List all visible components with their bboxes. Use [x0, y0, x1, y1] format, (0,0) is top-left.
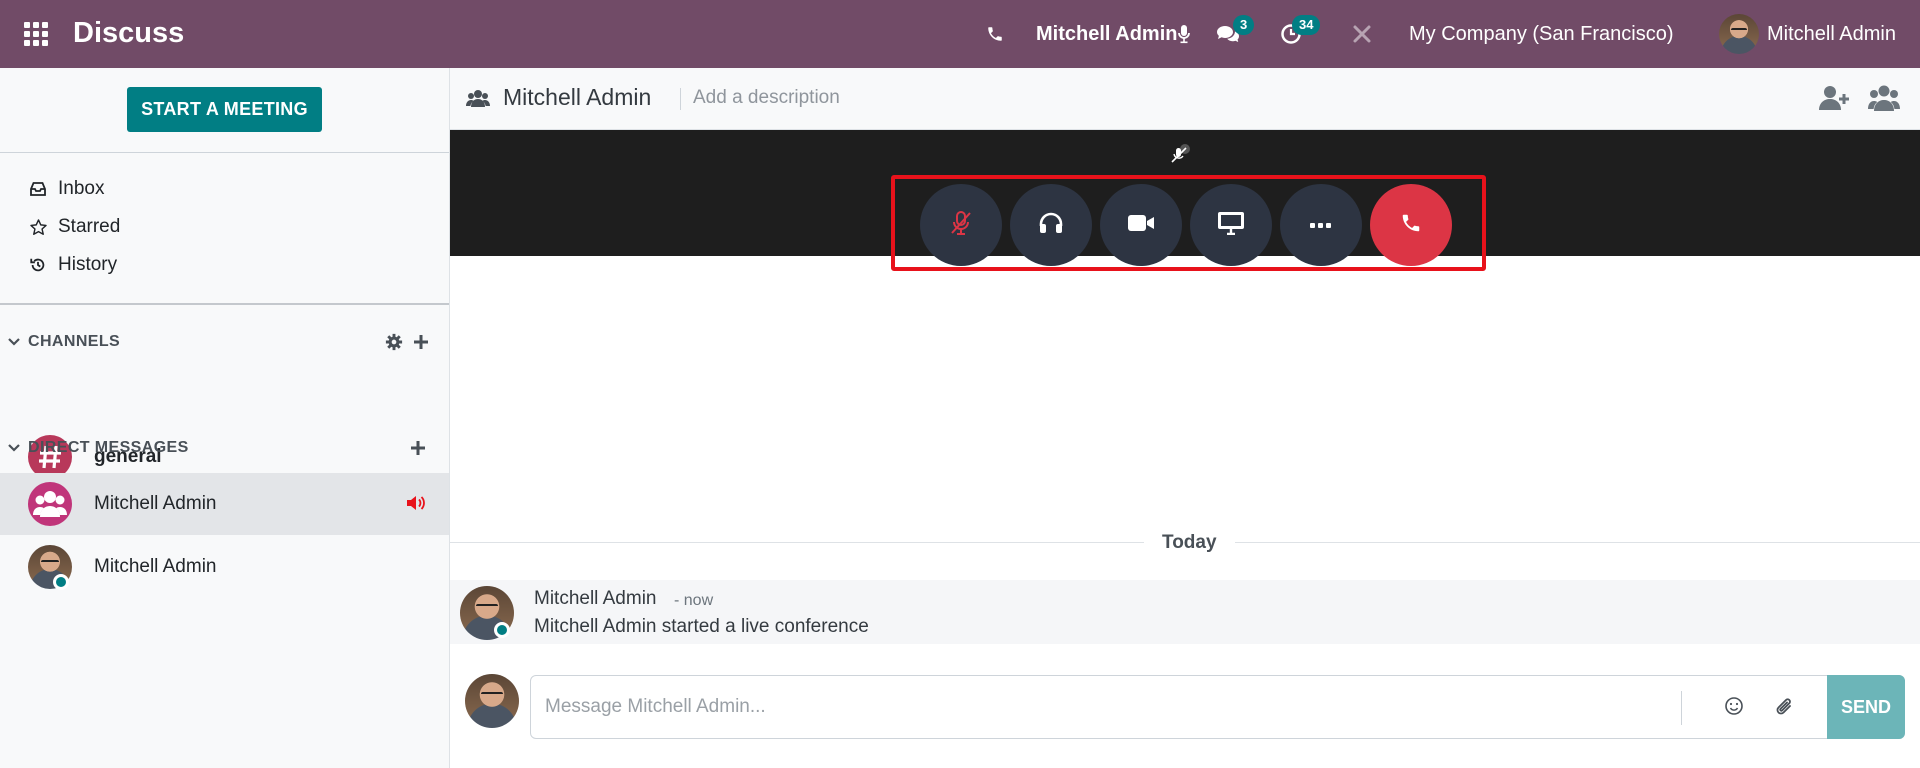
- add-channel-icon[interactable]: [413, 334, 429, 355]
- message-time: - now: [674, 592, 714, 609]
- start-meeting-button[interactable]: START A MEETING: [127, 87, 322, 132]
- sidebar-item-label: History: [58, 254, 118, 275]
- message-body: Mitchell Admin started a live conference: [534, 616, 869, 637]
- headphones-icon: [1038, 211, 1064, 240]
- date-separator: Today: [1144, 532, 1235, 554]
- gear-icon[interactable]: [385, 333, 403, 356]
- direct-messages-header[interactable]: DIRECT MESSAGES: [8, 436, 189, 460]
- sidebar-divider: [0, 303, 449, 305]
- messages-count-badge: 3: [1233, 15, 1255, 35]
- thread-view: Mitchell Admin Add a description Today M…: [450, 68, 1920, 768]
- dm-label: Mitchell Admin: [94, 556, 217, 577]
- company-switcher[interactable]: My Company (San Francisco): [1409, 0, 1674, 68]
- channels-title: CHANNELS: [28, 333, 121, 350]
- dm-item-active[interactable]: Mitchell Admin: [0, 473, 449, 535]
- camera-button[interactable]: [1100, 184, 1182, 266]
- participant-muted-icon: [1166, 142, 1192, 168]
- online-status-icon: [494, 622, 510, 638]
- video-camera-icon: [1127, 213, 1155, 238]
- direct-messages-title: DIRECT MESSAGES: [28, 439, 189, 456]
- thread-actions: [1818, 84, 1900, 117]
- group-avatar-icon: [28, 482, 72, 526]
- composer: SEND: [530, 675, 1905, 739]
- messages-icon[interactable]: [1216, 0, 1240, 68]
- history-icon: [28, 256, 48, 274]
- sidebar-item-inbox[interactable]: Inbox: [28, 175, 104, 203]
- thread-title[interactable]: Mitchell Admin: [503, 84, 651, 111]
- sidebar-item-label: Starred: [58, 216, 121, 237]
- hang-up-button[interactable]: [1370, 184, 1452, 266]
- phone-hangup-icon: [1400, 212, 1422, 239]
- composer-separator: [1681, 691, 1682, 725]
- title-separator: [680, 88, 681, 110]
- message[interactable]: Mitchell Admin - now Mitchell Admin star…: [450, 580, 1920, 644]
- add-user-icon[interactable]: [1818, 84, 1850, 117]
- active-call-user[interactable]: Mitchell Admin: [1036, 0, 1177, 68]
- sidebar-item-history[interactable]: History: [28, 251, 117, 279]
- message-author[interactable]: Mitchell Admin: [534, 588, 657, 610]
- phone-icon[interactable]: [986, 0, 1004, 68]
- chevron-down-icon: [8, 439, 20, 457]
- online-status-icon: [53, 574, 69, 590]
- dm-label: Mitchell Admin: [94, 493, 217, 514]
- inbox-icon: [28, 181, 48, 197]
- activities-count-badge: 34: [1292, 15, 1321, 35]
- top-navbar: Discuss Mitchell Admin 3 34 My Company (…: [0, 0, 1920, 68]
- member-list-icon[interactable]: [1868, 84, 1900, 117]
- more-options-button[interactable]: [1280, 184, 1362, 266]
- user-avatar[interactable]: [1719, 14, 1759, 54]
- sidebar: START A MEETING Inbox Starred History CH…: [0, 68, 450, 768]
- sidebar-item-starred[interactable]: Starred: [28, 213, 120, 241]
- channels-header[interactable]: CHANNELS: [8, 330, 120, 354]
- emoji-icon[interactable]: [1724, 696, 1744, 721]
- microphone-icon[interactable]: [1177, 0, 1191, 68]
- deafen-button[interactable]: [1010, 184, 1092, 266]
- desktop-icon: [1217, 211, 1245, 240]
- description-field[interactable]: Add a description: [693, 87, 840, 109]
- chevron-down-icon: [8, 333, 20, 351]
- star-icon: [28, 218, 48, 237]
- debug-tools-icon[interactable]: [1351, 0, 1373, 68]
- volume-up-icon: [405, 493, 427, 518]
- channels-actions: [385, 333, 429, 356]
- app-name[interactable]: Discuss: [73, 17, 184, 50]
- mute-microphone-button[interactable]: [920, 184, 1002, 266]
- paperclip-icon[interactable]: [1775, 696, 1795, 723]
- dm-item[interactable]: Mitchell Admin: [0, 536, 449, 598]
- microphone-slash-icon: [949, 210, 973, 241]
- sidebar-divider: [0, 152, 449, 153]
- ellipsis-icon: [1310, 216, 1332, 234]
- dm-actions: [410, 440, 426, 461]
- thread-header: Mitchell Admin Add a description: [450, 68, 1920, 130]
- user-menu[interactable]: Mitchell Admin: [1767, 0, 1896, 68]
- sidebar-item-label: Inbox: [58, 178, 105, 199]
- app-menu-icon[interactable]: [24, 22, 50, 46]
- users-icon: [466, 88, 490, 113]
- add-chat-icon[interactable]: [410, 440, 426, 461]
- send-button[interactable]: SEND: [1827, 675, 1905, 739]
- current-user-avatar: [465, 674, 519, 728]
- message-input[interactable]: [545, 677, 1675, 737]
- share-screen-button[interactable]: [1190, 184, 1272, 266]
